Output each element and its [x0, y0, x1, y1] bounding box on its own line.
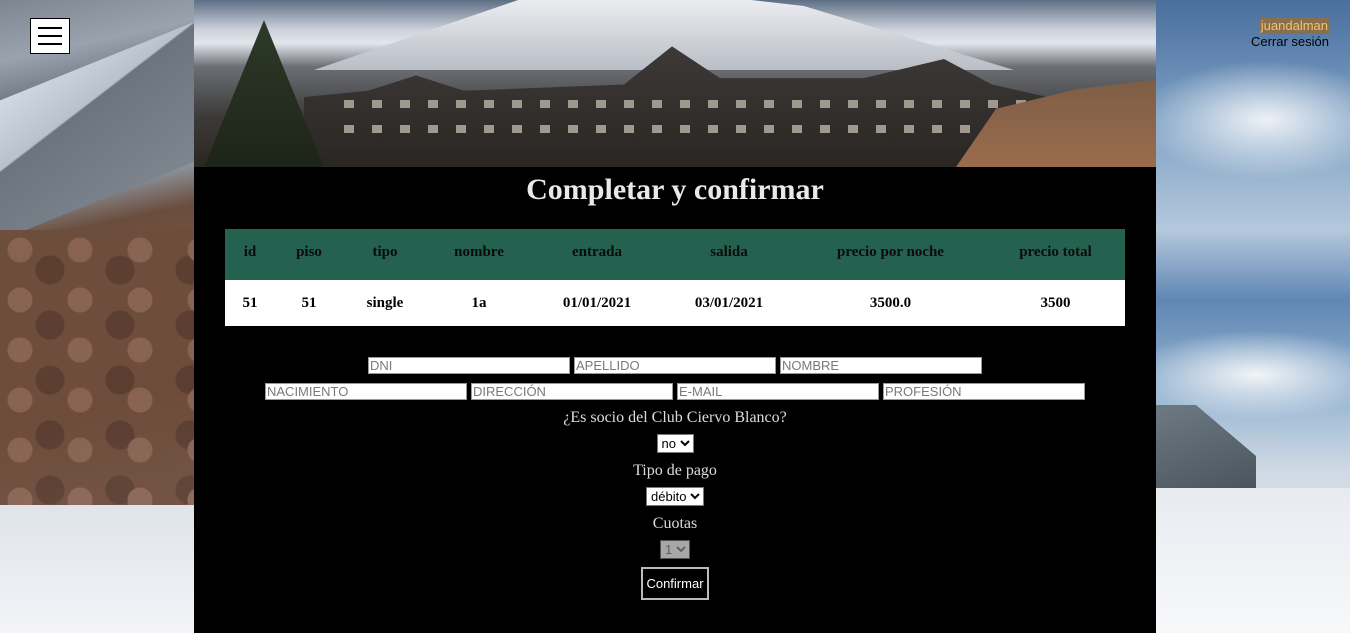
- cloud: [1156, 60, 1350, 180]
- cell-precio-total: 3500: [986, 280, 1125, 326]
- confirm-button[interactable]: Confirmar: [641, 567, 709, 600]
- direccion-field[interactable]: [471, 383, 673, 400]
- pago-select-wrap: débito: [194, 487, 1156, 506]
- cuotas-label: Cuotas: [652, 515, 698, 532]
- col-header: salida: [663, 229, 795, 275]
- col-header: piso: [275, 229, 343, 275]
- pago-select[interactable]: débito: [646, 487, 704, 506]
- snow-ground: [0, 505, 194, 633]
- nacimiento-field[interactable]: [265, 383, 467, 400]
- table-row: 51 51 single 1a 01/01/2021 03/01/2021 35…: [225, 280, 1125, 326]
- col-header: id: [225, 229, 275, 275]
- socio-select-wrap: no: [194, 434, 1156, 453]
- window-row: [344, 125, 1074, 133]
- cell-piso: 51: [275, 280, 343, 326]
- menu-line: [38, 43, 62, 45]
- col-header: precio por noche: [795, 229, 986, 275]
- col-header: nombre: [427, 229, 531, 275]
- stone-wall: [0, 230, 194, 510]
- background-right-photo: [1156, 0, 1350, 633]
- cell-tipo: single: [343, 280, 427, 326]
- col-header: entrada: [531, 229, 663, 275]
- dni-field[interactable]: [368, 357, 570, 374]
- pago-label: Tipo de pago: [633, 462, 717, 479]
- cell-nombre: 1a: [427, 280, 531, 326]
- hamburger-menu-button[interactable]: [30, 18, 70, 54]
- window-row: [344, 100, 1074, 108]
- socio-label: ¿Es socio del Club Ciervo Blanco?: [563, 409, 787, 426]
- nombre-field[interactable]: [780, 357, 982, 374]
- cell-salida: 03/01/2021: [663, 280, 795, 326]
- form-row-2: [194, 383, 1156, 400]
- tree-shape: [204, 20, 324, 167]
- background-left-photo: [0, 0, 194, 633]
- username[interactable]: juandalman: [1259, 18, 1329, 34]
- hotel-banner-image: [194, 0, 1156, 167]
- profesion-field[interactable]: [883, 383, 1085, 400]
- form-row-1: [194, 357, 1156, 374]
- cuotas-select[interactable]: 1: [660, 540, 690, 559]
- logout-link[interactable]: Cerrar sesión: [1251, 34, 1329, 50]
- cell-precio-noche: 3500.0: [795, 280, 986, 326]
- page-title: Completar y confirmar: [526, 173, 824, 206]
- menu-line: [38, 35, 62, 37]
- snow-ground: [1156, 488, 1350, 633]
- menu-line: [38, 27, 62, 29]
- user-box: juandalman Cerrar sesión: [1251, 18, 1329, 50]
- cell-entrada: 01/01/2021: [531, 280, 663, 326]
- apellido-field[interactable]: [574, 357, 776, 374]
- col-header: tipo: [343, 229, 427, 275]
- main-panel: Completar y confirmar id piso tipo nombr…: [194, 167, 1156, 633]
- col-header: precio total: [986, 229, 1125, 275]
- reservation-table: id piso tipo nombre entrada salida preci…: [225, 229, 1125, 326]
- cuotas-select-wrap: 1: [194, 540, 1156, 559]
- table-header-row: id piso tipo nombre entrada salida preci…: [225, 229, 1125, 275]
- email-field[interactable]: [677, 383, 879, 400]
- guest-form: ¿Es socio del Club Ciervo Blanco? no Tip…: [194, 357, 1156, 600]
- socio-select[interactable]: no: [656, 434, 694, 453]
- cell-id: 51: [225, 280, 275, 326]
